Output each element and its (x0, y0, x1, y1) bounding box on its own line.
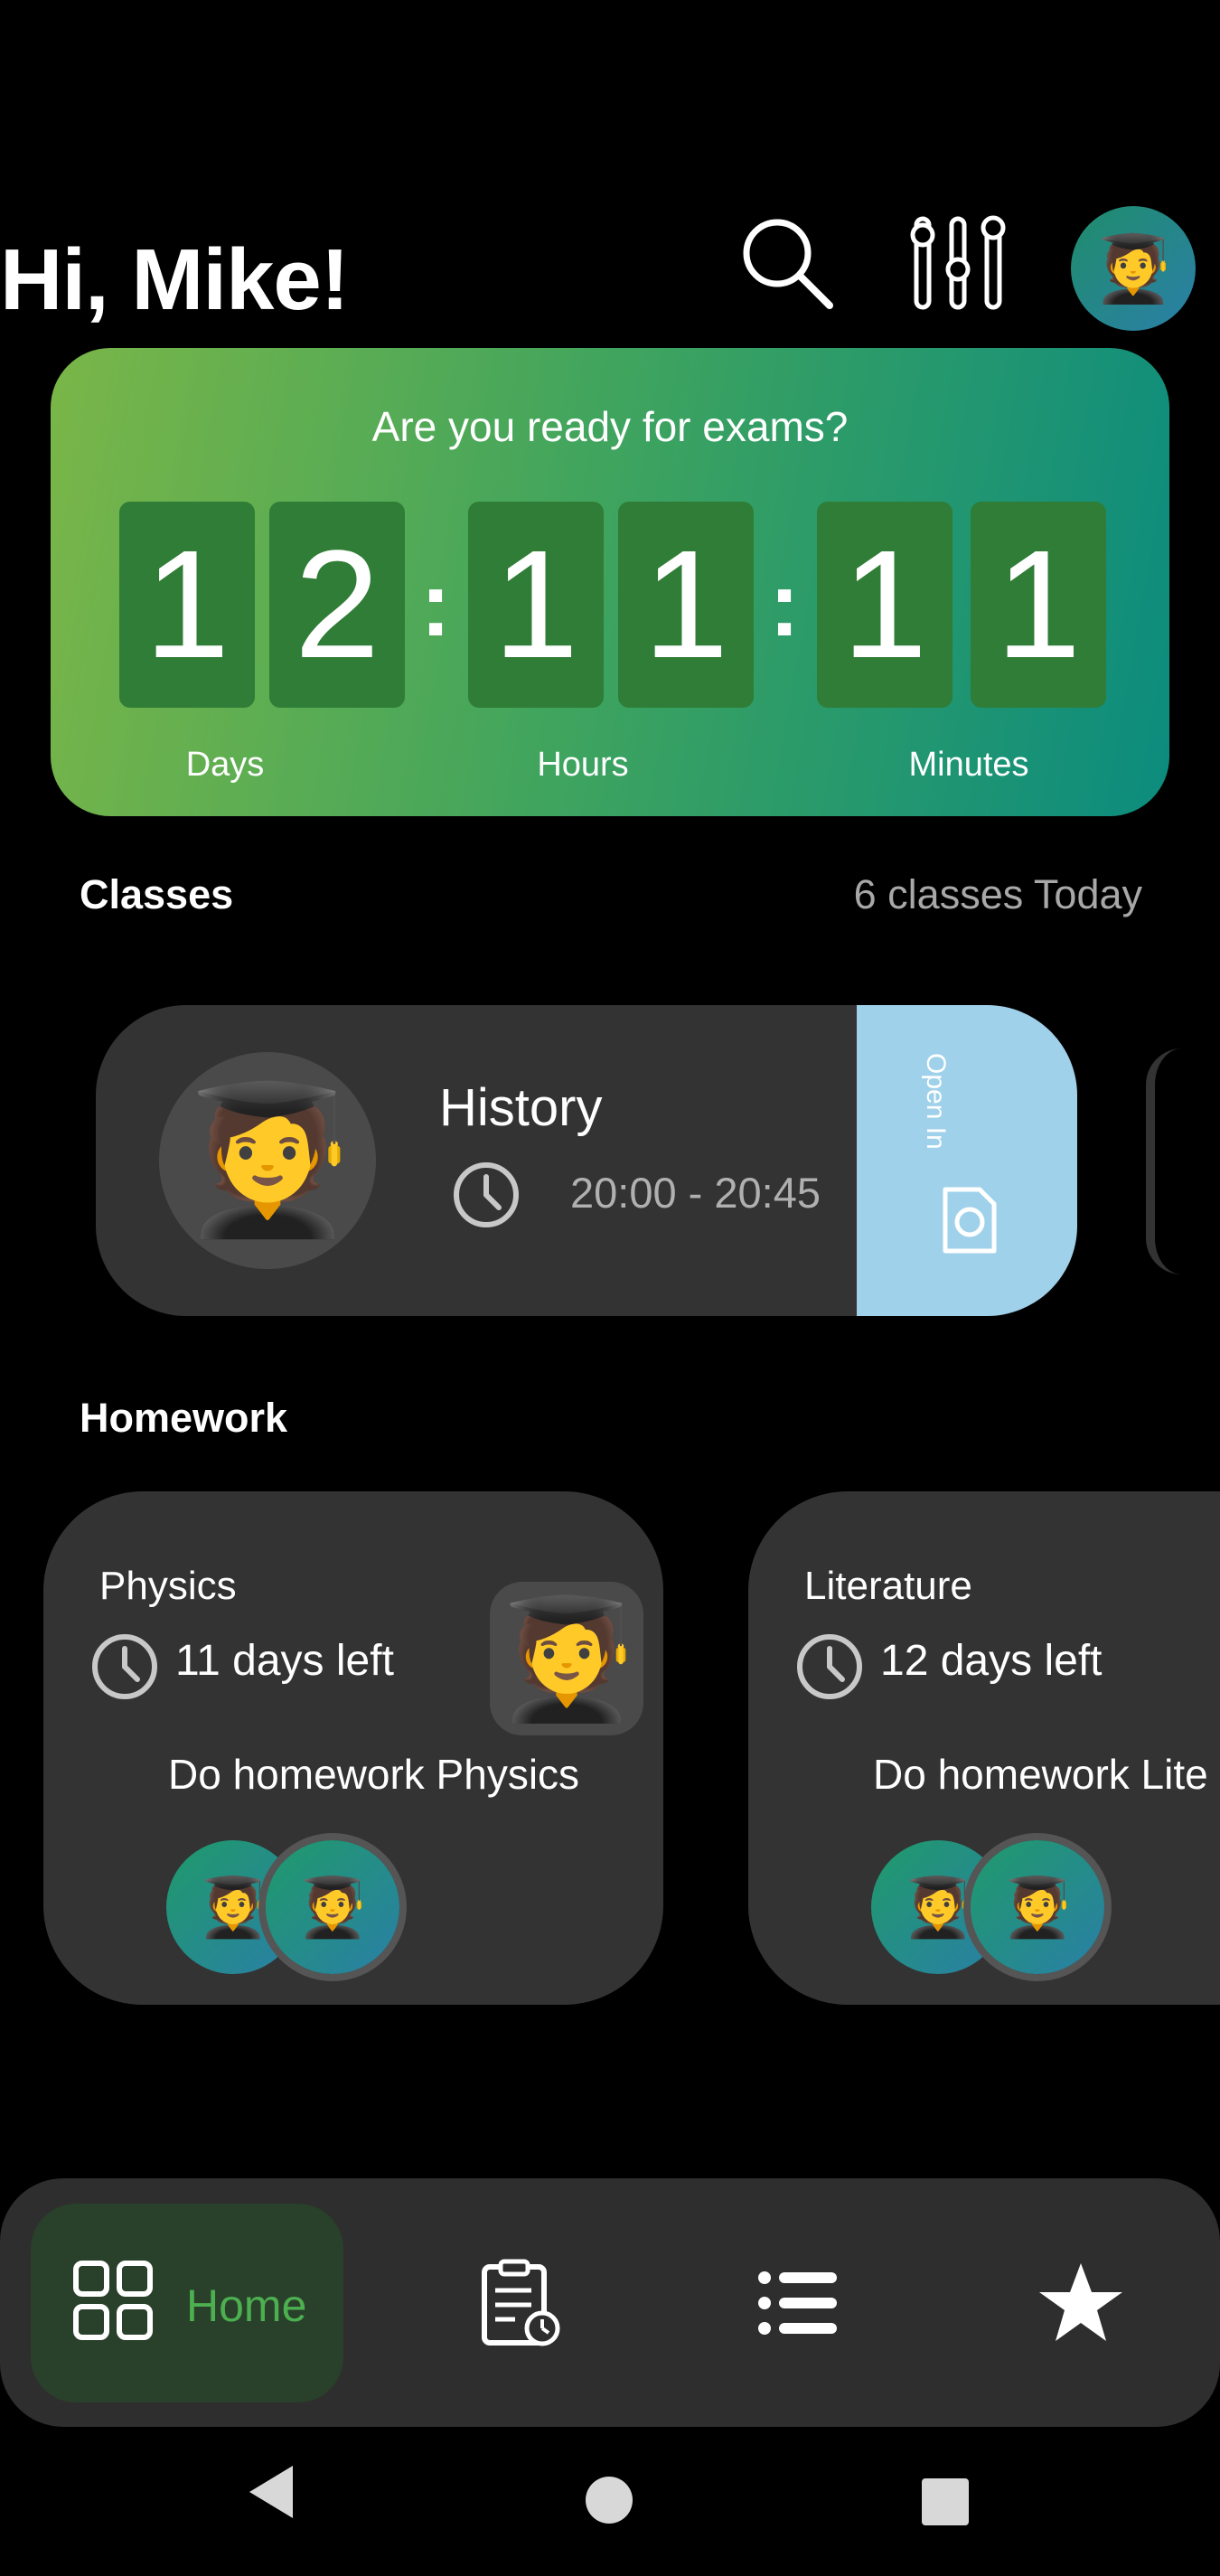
back-triangle-icon[interactable] (244, 2460, 298, 2524)
search-button[interactable] (732, 208, 840, 316)
minutes-digit-2: 1 (971, 502, 1106, 708)
minutes-digit-1: 1 (817, 502, 953, 708)
days-digit-1: 1 (119, 502, 255, 708)
participant-avatar: 🧑‍🎓 (971, 1840, 1104, 1974)
clock-icon (797, 1634, 862, 1699)
exam-countdown-card: Are you ready for exams? 1 2 : 1 1 : 1 1… (51, 348, 1169, 816)
participant-avatar: 🧑‍🎓 (266, 1840, 399, 1974)
class-card-history[interactable]: 🧑‍🎓 History 20:00 - 20:45 (96, 1005, 1077, 1316)
minutes-label: Minutes (908, 746, 1029, 784)
homework-due: 12 days left (880, 1637, 1103, 1685)
class-time: 20:00 - 20:45 (570, 1169, 821, 1217)
homework-photo: 🧑‍🎓 (490, 1582, 643, 1735)
profile-avatar[interactable]: 🧑‍🎓 (1071, 206, 1196, 331)
nav-home-tab[interactable]: Home (31, 2204, 343, 2402)
sliders-icon (910, 215, 1006, 310)
hours-digit-2: 1 (618, 502, 754, 708)
homework-subject: Physics (99, 1564, 237, 1608)
homework-task: Do homework Lite (873, 1751, 1208, 1798)
separator-colon: : (420, 553, 451, 655)
hours-digit-1: 1 (468, 502, 604, 708)
classes-count: 6 classes Today (853, 871, 1142, 917)
app-screen: Hi, Mike! 🧑‍🎓 Are you ready for exams? 1… (0, 0, 1220, 2576)
homework-due: 11 days left (175, 1637, 394, 1685)
class-name: History (439, 1078, 603, 1137)
clipboard-clock-icon[interactable] (475, 2258, 566, 2348)
open-in-label: Open In (921, 1053, 951, 1150)
clock-icon (92, 1634, 157, 1699)
countdown-title: Are you ready for exams? (371, 403, 849, 450)
list-icon[interactable] (752, 2258, 842, 2348)
bottom-navigation: Home (0, 2178, 1220, 2427)
recents-square-icon[interactable] (920, 2477, 971, 2527)
homework-task: Do homework Physics (168, 1751, 580, 1798)
class-avatar: 🧑‍🎓 (159, 1052, 376, 1269)
open-in-button[interactable] (857, 1005, 1077, 1316)
star-icon[interactable] (1036, 2258, 1126, 2348)
clock-icon (454, 1162, 519, 1227)
filter-button[interactable] (904, 208, 1012, 316)
homework-subject: Literature (804, 1564, 972, 1608)
nav-home-label: Home (186, 2280, 307, 2331)
homework-card-literature[interactable]: Literature 12 days left Do homework Lite… (748, 1491, 1220, 2005)
days-digit-2: 2 (269, 502, 405, 708)
camera-icon (943, 1187, 997, 1254)
days-label: Days (185, 746, 265, 784)
separator-colon: : (769, 553, 800, 655)
grid-icon (73, 2261, 153, 2340)
homework-section-title: Homework (80, 1395, 288, 1441)
next-class-card-edge[interactable] (1146, 1048, 1191, 1274)
search-icon (743, 219, 833, 309)
home-circle-icon[interactable] (584, 2475, 634, 2525)
classes-section-title: Classes (80, 871, 234, 917)
hours-label: Hours (537, 746, 629, 784)
homework-card-physics[interactable]: Physics 11 days left 🧑‍🎓 Do homework Phy… (43, 1491, 663, 2005)
greeting-title: Hi, Mike! (0, 231, 350, 328)
